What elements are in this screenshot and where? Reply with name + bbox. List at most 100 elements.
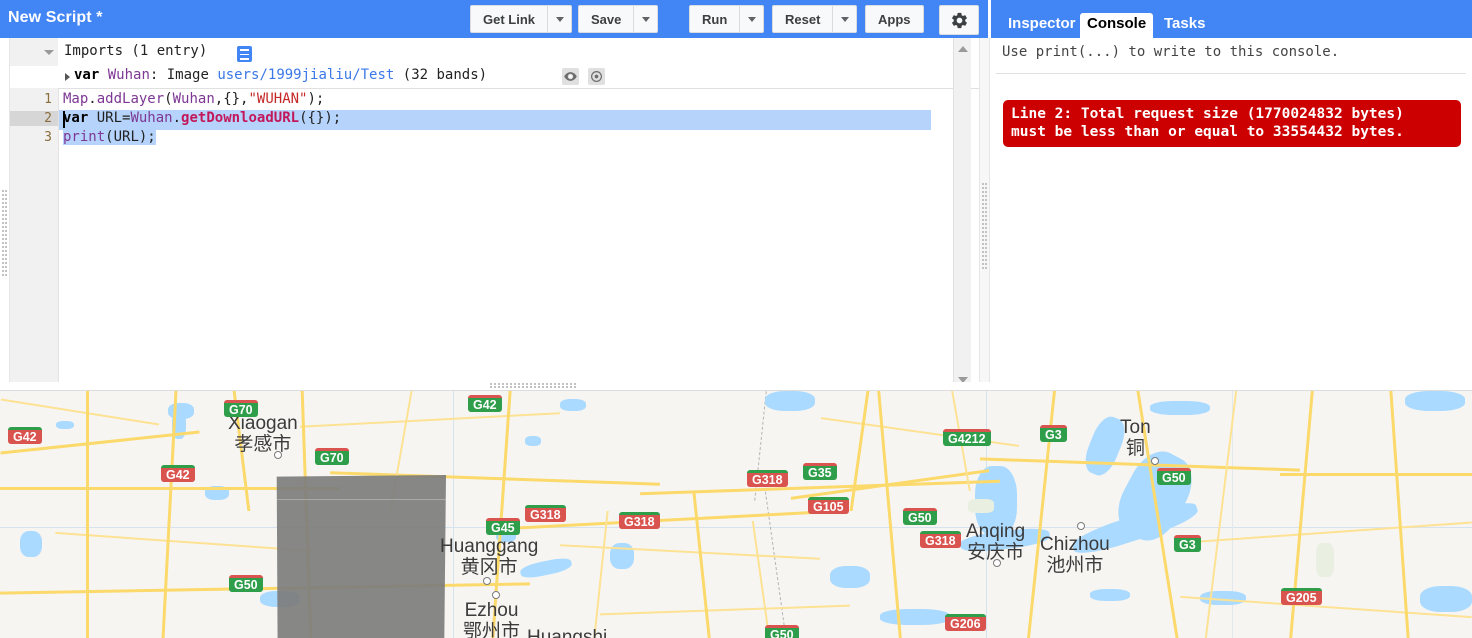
- water-body: [560, 399, 586, 411]
- save-dropdown-button[interactable]: [634, 5, 659, 33]
- reset-group: Reset: [772, 5, 858, 33]
- highway-shield: G105: [808, 497, 849, 514]
- city-name-zh: 黄冈市: [460, 557, 518, 578]
- document-list-icon[interactable]: [237, 46, 252, 62]
- water-body: [1090, 589, 1130, 601]
- highway-shield: G50: [903, 508, 937, 525]
- city-name-en: Chizhou: [1040, 534, 1110, 555]
- splitter-grip: [1, 190, 8, 276]
- city-name-zh: 池州市: [1046, 555, 1104, 576]
- imports-label: Imports (1 entry): [64, 43, 208, 59]
- city-name-zh: 鄂州市: [463, 621, 521, 638]
- city-name-en: Xiaogan: [228, 413, 298, 434]
- city-dot: [274, 451, 282, 459]
- city-name-en: Huangshi: [527, 627, 608, 638]
- apps-group: Apps: [865, 5, 924, 33]
- water-body: [56, 421, 74, 429]
- highway-shield: G42: [8, 427, 42, 444]
- highway-shield: G42: [468, 395, 502, 412]
- gear-icon[interactable]: [939, 5, 979, 35]
- water-body: [765, 391, 815, 411]
- city-name-en: Ezhou: [464, 600, 519, 621]
- get-link-group: Get Link: [470, 5, 573, 33]
- editor-title-bar: New Script * Get Link Save Run Reset App…: [0, 0, 988, 38]
- map-gridline: [0, 527, 1472, 528]
- water-body: [880, 609, 950, 625]
- run-button[interactable]: Run: [689, 5, 741, 33]
- editor-console-splitter[interactable]: [979, 38, 990, 390]
- highway-shield: G50: [1157, 468, 1191, 485]
- import-band-count: (32 bands): [394, 67, 488, 83]
- highway-shield: G42: [161, 465, 195, 482]
- highway-shield: G50: [229, 575, 263, 592]
- reset-button[interactable]: Reset: [772, 5, 834, 33]
- expand-triangle-icon[interactable]: [65, 73, 70, 81]
- city-name-en: Huanggang: [440, 536, 539, 557]
- save-button[interactable]: Save: [578, 5, 635, 33]
- code-area[interactable]: 1 2 3 Map.addLayer(Wuhan,{},"WUHAN"); va…: [0, 88, 988, 390]
- get-link-button[interactable]: Get Link: [470, 5, 549, 33]
- park-area: [968, 499, 994, 513]
- code-line-1[interactable]: Map.addLayer(Wuhan,{},"WUHAN");: [63, 91, 324, 107]
- tab-tasks[interactable]: Tasks: [1157, 13, 1212, 38]
- run-group: Run: [689, 5, 765, 33]
- line-number-1: 1: [44, 92, 52, 107]
- chevron-down-icon: [840, 16, 849, 22]
- tab-console[interactable]: Console: [1080, 13, 1154, 38]
- code-line-2[interactable]: var URL=Wuhan.getDownloadURL({});: [63, 110, 341, 126]
- top-region: New Script * Get Link Save Run Reset App…: [0, 0, 1472, 391]
- earth-engine-code-editor: New Script * Get Link Save Run Reset App…: [0, 0, 1472, 638]
- center-target-icon[interactable]: [588, 68, 605, 85]
- get-link-dropdown-button[interactable]: [548, 5, 573, 33]
- water-body: [1420, 586, 1472, 612]
- highway-shield: G206: [945, 614, 986, 631]
- city-dot: [1151, 457, 1159, 465]
- editor-scrollbar[interactable]: [953, 38, 971, 390]
- park-area: [1316, 543, 1334, 577]
- water-body: [20, 531, 42, 557]
- import-asset-path: users/1999jialiu/Test: [217, 67, 395, 83]
- city-label-ezhou: Ezhou 鄂州市: [463, 601, 520, 638]
- water-body: [830, 566, 870, 588]
- highway-shield: G70: [315, 448, 349, 465]
- map-canvas[interactable]: Xiaogan 孝感市 Huanggang 黄冈市 Ezhou 鄂州市 Huan…: [0, 391, 1472, 638]
- console-pane: Inspector Console Tasks Use print(...) t…: [991, 0, 1472, 390]
- chevron-down-icon: [641, 16, 650, 22]
- console-hint-text: Use print(...) to write to this console.: [1002, 44, 1340, 60]
- code-line-3[interactable]: print(URL);: [63, 129, 156, 145]
- city-label-huanggang: Huanggang 黄冈市: [440, 536, 539, 579]
- save-group: Save: [578, 5, 659, 33]
- divider: [8, 88, 988, 89]
- import-separator: : Image: [149, 67, 218, 83]
- map-gridline: [453, 391, 454, 638]
- run-dropdown-button[interactable]: [740, 5, 765, 33]
- text-cursor: [63, 111, 65, 128]
- highway-shield: G318: [920, 531, 961, 548]
- highway-shield: G35: [803, 463, 837, 480]
- left-panel-splitter[interactable]: [0, 38, 10, 390]
- highway-shield: G70: [224, 400, 258, 417]
- reset-dropdown-button[interactable]: [833, 5, 858, 33]
- horizontal-splitter[interactable]: [0, 382, 1472, 391]
- city-label-anqing: Anqing 安庆市: [966, 521, 1026, 564]
- chevron-down-icon: [747, 16, 756, 22]
- highway-shield: G3: [1040, 425, 1067, 442]
- city-dot: [1077, 522, 1085, 530]
- imports-header-row[interactable]: Imports (1 entry): [0, 38, 988, 66]
- city-name-en: Anqing: [966, 521, 1026, 542]
- city-label-xiaogan: Xiaogan 孝感市: [228, 413, 298, 456]
- highway-shield: G45: [486, 518, 520, 535]
- tab-inspector[interactable]: Inspector: [1001, 13, 1083, 38]
- layer-seam: [276, 499, 446, 500]
- error-line-2: must be less than or equal to 33554432 b…: [1011, 124, 1404, 140]
- import-entry-row[interactable]: var Wuhan: Image users/1999jialiu/Test (…: [0, 66, 988, 87]
- city-dot: [492, 591, 500, 599]
- apps-button[interactable]: Apps: [865, 5, 924, 33]
- eye-icon[interactable]: [562, 68, 579, 85]
- city-dot: [993, 559, 1001, 567]
- highway-shield: G3: [1174, 535, 1201, 552]
- collapse-triangle-icon[interactable]: [44, 50, 54, 55]
- scroll-up-icon[interactable]: [954, 40, 971, 57]
- highway-shield: G50: [765, 625, 799, 638]
- line-number-3: 3: [44, 130, 52, 145]
